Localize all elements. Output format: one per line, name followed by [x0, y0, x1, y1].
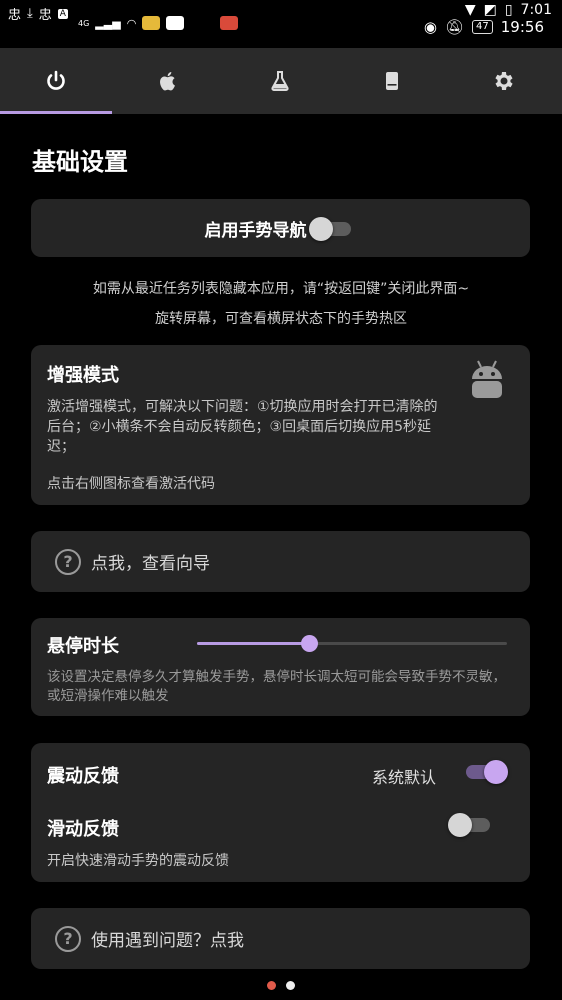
- video-app-icon: [166, 16, 185, 30]
- hover-duration-label: 悬停时长: [47, 636, 119, 657]
- gesture-nav-label: 启用手势导航: [204, 220, 307, 241]
- battery-small-icon: ▯: [504, 2, 513, 18]
- slider-thumb[interactable]: [300, 635, 318, 652]
- tab-bar: [0, 48, 562, 114]
- status-time-main: 19:56: [500, 18, 544, 36]
- status-left-row2: 4G ▂▃▅ ◠: [78, 16, 239, 30]
- gear-icon: [495, 72, 513, 90]
- guide-label: 点我，查看向导: [91, 554, 210, 574]
- help-icon: ?: [55, 548, 81, 575]
- app-notif-icon: 忠: [8, 8, 22, 23]
- enhanced-mode-card: 增强模式 激活增强模式，可解决以下问题：①切换应用时会打开已清除的后台；②小横条…: [31, 345, 530, 505]
- enhanced-mode-description: 激活增强模式，可解决以下问题：①切换应用时会打开已清除的后台；②小横条不会自动反…: [47, 399, 438, 455]
- status-time-top: 7:01: [520, 2, 552, 18]
- tab-indicator: [0, 111, 112, 114]
- network-label: 4G: [78, 18, 90, 28]
- red-app-icon: [220, 16, 239, 30]
- flask-icon: [271, 71, 289, 91]
- battery-indicator: 47: [472, 20, 493, 34]
- game-app-icon: [142, 16, 161, 30]
- toggle-knob: [308, 217, 333, 241]
- page-title: 基础设置: [32, 148, 128, 176]
- tab-settings[interactable]: [448, 48, 560, 114]
- power-icon: [47, 70, 65, 90]
- slider-fill: [197, 642, 309, 645]
- page-dot-active[interactable]: [267, 981, 276, 990]
- help-icon: ?: [55, 925, 81, 952]
- wifi-icon: ◠: [126, 16, 137, 30]
- status-left: 忠 ⤓ 忠 A: [8, 4, 68, 23]
- tab-power[interactable]: [0, 48, 112, 114]
- swipe-vibration-toggle[interactable]: [448, 812, 496, 837]
- app-notif-icon-2: 忠: [38, 8, 52, 23]
- swipe-vibration-label: 滑动反馈: [47, 819, 119, 840]
- vibration-card: 震动反馈 系统默认 滑动反馈 开启快速滑动手势的震动反馈: [31, 743, 530, 882]
- tab-lab[interactable]: [224, 48, 336, 114]
- notification-badge: A: [57, 8, 68, 19]
- status-bar: 忠 ⤓ 忠 A 4G ▂▃▅ ◠ ▼ ◩ ▯ 7:01 ◉ 🔕︎ 47 19:5…: [0, 0, 562, 44]
- hover-duration-slider[interactable]: [197, 635, 507, 652]
- enhanced-mode-title: 增强模式: [47, 365, 119, 386]
- problem-card[interactable]: ? 使用遇到问题？点我: [31, 908, 530, 969]
- eye-icon: ◉: [423, 18, 437, 36]
- android-icon[interactable]: [468, 359, 506, 401]
- tab-device[interactable]: [336, 48, 448, 114]
- hover-duration-card: 悬停时长 该设置决定悬停多久才算触发手势，悬停时长调太短可能会导致手势不灵敏，或…: [31, 618, 530, 716]
- hint-recent-tasks: 如需从最近任务列表隐藏本应用，请“按返回键”关闭此界面~: [92, 281, 470, 297]
- toggle-knob: [484, 760, 508, 784]
- apple-icon: [160, 72, 175, 91]
- vibration-mode-select[interactable]: 系统默认: [372, 764, 436, 788]
- guide-card[interactable]: ? 点我，查看向导: [31, 531, 530, 592]
- phone-icon: [386, 72, 398, 90]
- tab-apple[interactable]: [112, 48, 224, 114]
- page-dot[interactable]: [286, 981, 295, 990]
- toggle-knob: [448, 813, 472, 837]
- gesture-nav-toggle[interactable]: [308, 216, 357, 241]
- wifi-status-icon: ▼: [464, 2, 476, 18]
- vibration-label: 震动反馈: [47, 766, 119, 787]
- swipe-vibration-description: 开启快速滑动手势的震动反馈: [47, 853, 229, 869]
- gesture-nav-card[interactable]: 启用手势导航: [31, 199, 530, 257]
- mute-bell-icon: 🔕︎: [444, 18, 465, 36]
- no-signal-icon: ◩: [483, 2, 497, 18]
- download-icon: ⤓: [27, 6, 33, 21]
- signal-icon: ▂▃▅: [95, 16, 121, 30]
- status-right: ▼ ◩ ▯ 7:01: [465, 2, 552, 18]
- problem-label: 使用遇到问题？点我: [91, 931, 244, 951]
- hover-duration-description: 该设置决定悬停多久才算触发手势，悬停时长调太短可能会导致手势不灵敏，或短滑操作难…: [47, 669, 506, 704]
- vibration-toggle[interactable]: [460, 759, 508, 784]
- status-right-row2: ◉ 🔕︎ 47 19:56: [424, 18, 544, 36]
- hint-rotate: 旋转屏幕，可查看横屏状态下的手势热区: [155, 311, 407, 327]
- page-indicator: [0, 981, 562, 990]
- enhanced-mode-footer: 点击右侧图标查看激活代码: [47, 476, 215, 492]
